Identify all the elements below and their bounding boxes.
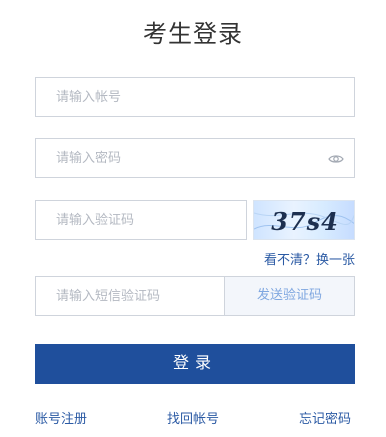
login-button[interactable]: 登录 — [35, 344, 355, 384]
find-account-link[interactable]: 找回帐号 — [167, 408, 219, 427]
captcha-refresh-link[interactable]: 看不清？换一张 — [264, 249, 355, 268]
eye-icon[interactable] — [328, 151, 344, 167]
login-page: 考生登录 37s4 看不清？换一张 发送验证码 登录 账号注册 找回帐号 忘记密… — [0, 0, 386, 437]
send-sms-code-button[interactable]: 发送验证码 — [224, 277, 354, 315]
captcha-text: 37s4 — [271, 207, 339, 236]
captcha-field-box — [35, 200, 247, 240]
page-title: 考生登录 — [143, 20, 243, 48]
account-field-box — [35, 77, 355, 117]
captcha-input[interactable] — [36, 201, 246, 239]
forgot-password-link[interactable]: 忘记密码 — [299, 408, 351, 427]
captcha-image[interactable]: 37s4 — [253, 200, 355, 240]
account-input[interactable] — [36, 78, 354, 116]
register-link[interactable]: 账号注册 — [35, 408, 87, 427]
sms-field-box: 发送验证码 — [35, 276, 355, 316]
sms-code-input[interactable] — [36, 277, 226, 315]
password-input[interactable] — [36, 139, 354, 177]
password-field-box — [35, 138, 355, 178]
